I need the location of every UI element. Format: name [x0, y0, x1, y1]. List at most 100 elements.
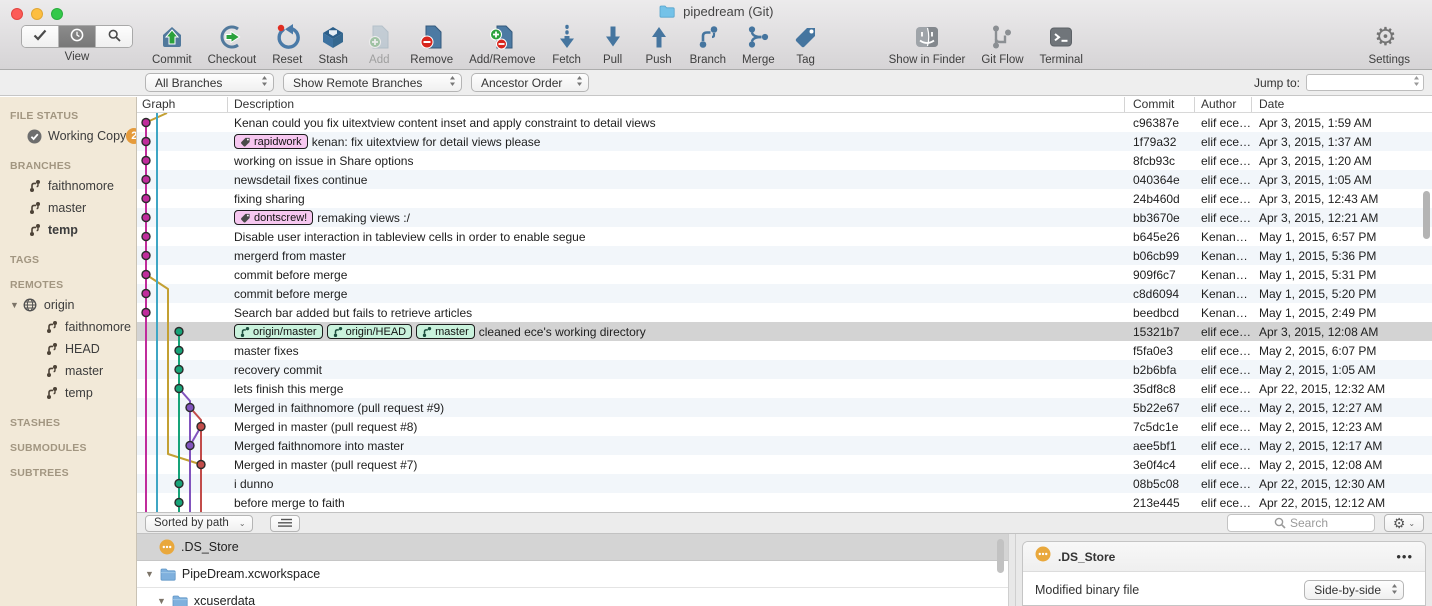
toolbar-pull-button[interactable]: Pull — [590, 21, 636, 66]
search-input[interactable]: Search — [1227, 514, 1375, 532]
sidebar-item-master[interactable]: master — [0, 197, 136, 219]
commit-row[interactable]: commit before merge 909f6c7 Kenan… May 1… — [137, 265, 1432, 284]
toolbar-add-button: Add — [356, 21, 402, 66]
branches-filter-dropdown[interactable]: All Branches — [145, 73, 274, 92]
tag-badge[interactable]: dontscrew! — [234, 210, 313, 225]
file-row-pipedream-xcworkspace[interactable]: ▼PipeDream.xcworkspace — [137, 561, 1008, 588]
remote-branches-dropdown[interactable]: Show Remote Branches — [283, 73, 462, 92]
file-row-ds-store[interactable]: .DS_Store — [137, 534, 1008, 561]
commit-row[interactable]: commit before merge c8d6094 Kenan… May 1… — [137, 284, 1432, 303]
commit-row[interactable]: fixing sharing 24b460d elif ece… Apr 3, … — [137, 189, 1432, 208]
commit-row[interactable]: Merged in master (pull request #8) 7c5dc… — [137, 417, 1432, 436]
commit-row[interactable]: newsdetail fixes continue 040364e elif e… — [137, 170, 1432, 189]
commit-row[interactable]: Merged in faithnomore (pull request #9) … — [137, 398, 1432, 417]
commit-row[interactable]: Kenan could you fix uitextview content i… — [137, 113, 1432, 132]
commit-author: elif ece… — [1195, 116, 1252, 130]
settings-button[interactable]: ⚙ Settings — [1360, 21, 1418, 66]
toolbar-merge-button[interactable]: Merge — [734, 21, 783, 66]
pane-divider[interactable] — [1008, 534, 1016, 606]
sidebar-item-working-copy[interactable]: Working Copy2 — [0, 125, 136, 147]
commit-description: Merged in master (pull request #7) — [228, 458, 1125, 472]
commit-row[interactable]: recovery commit b2b6bfa elif ece… May 2,… — [137, 360, 1432, 379]
toolbar-remove-button[interactable]: Remove — [402, 21, 461, 66]
view-segment-clock[interactable] — [59, 26, 96, 47]
branch-badge[interactable]: master — [416, 324, 475, 339]
toolbar-branch-button[interactable]: Branch — [682, 21, 734, 66]
tag-badge[interactable]: rapidwork — [234, 134, 308, 149]
sidebar-item-origin-master[interactable]: master — [0, 360, 136, 382]
view-segment-check[interactable] — [22, 26, 59, 47]
column-header-graph[interactable]: Graph — [137, 97, 228, 112]
check-circle-icon — [27, 129, 42, 144]
file-list-scrollbar[interactable] — [997, 539, 1004, 573]
commit-sha: 8fcb93c — [1125, 154, 1195, 168]
list-view-mode-button[interactable] — [270, 515, 300, 532]
commit-row[interactable]: lets finish this merge 35df8c8 elif ece…… — [137, 379, 1432, 398]
commit-row[interactable]: mergerd from master b06cb99 Kenan… May 1… — [137, 246, 1432, 265]
file-row-xcuserdata[interactable]: ▼xcuserdata — [137, 588, 1008, 606]
commit-date: Apr 3, 2015, 1:05 AM — [1252, 173, 1432, 187]
toolbar-stash-button[interactable]: Stash — [310, 21, 356, 66]
toolbar-reset-button[interactable]: Reset — [264, 21, 310, 66]
sidebar-item-origin-faithnomore[interactable]: faithnomore — [0, 316, 136, 338]
toolbar-push-button[interactable]: Push — [636, 21, 682, 66]
commit-table-scrollbar[interactable] — [1423, 191, 1430, 239]
toolbar-fetch-button[interactable]: Fetch — [544, 21, 590, 66]
sidebar-item-origin[interactable]: ▼origin — [0, 294, 136, 316]
commit-description: lets finish this merge — [228, 382, 1125, 396]
view-segment-magnifier[interactable] — [96, 26, 132, 47]
branch-badge[interactable]: origin/master — [234, 324, 323, 339]
sidebar-section-tags: TAGS — [10, 254, 136, 266]
disclosure-triangle-icon[interactable]: ▼ — [10, 300, 19, 310]
toolbar-commit-button[interactable]: Commit — [144, 21, 200, 66]
toolbar-add-remove-button[interactable]: Add/Remove — [461, 21, 543, 66]
sidebar-item-origin-temp[interactable]: temp — [0, 382, 136, 404]
column-header-author[interactable]: Author — [1195, 97, 1252, 112]
graph-cell — [137, 132, 228, 151]
toolbar-show-in-finder-button[interactable]: Show in Finder — [881, 21, 974, 66]
disclosure-triangle-icon[interactable]: ▼ — [157, 596, 166, 606]
commit-row[interactable]: Merged faithnomore into master aee5bf1 e… — [137, 436, 1432, 455]
graph-cell — [137, 265, 228, 284]
commit-sha: 5b22e67 — [1125, 401, 1195, 415]
sidebar-item-temp[interactable]: temp — [0, 219, 136, 241]
window-toolbar: pipedream (Git) View Commit Checkout Res… — [0, 0, 1432, 70]
branch-icon — [27, 179, 42, 193]
column-header-commit[interactable]: Commit — [1125, 97, 1195, 112]
count-badge: 2 — [126, 128, 137, 144]
commit-row[interactable]: before merge to faith 213e445 elif ece… … — [137, 493, 1432, 512]
column-header-description[interactable]: Description — [228, 97, 1125, 112]
commit-row[interactable]: master fixes f5fa0e3 elif ece… May 2, 20… — [137, 341, 1432, 360]
commit-row-selected[interactable]: origin/masterorigin/HEADmastercleaned ec… — [137, 322, 1432, 341]
modified-dot-icon — [159, 539, 175, 555]
commit-row[interactable]: Merged in master (pull request #7) 3e0f4… — [137, 455, 1432, 474]
commit-date: Apr 22, 2015, 12:12 AM — [1252, 496, 1432, 510]
toolbar-checkout-button[interactable]: Checkout — [200, 21, 265, 66]
toolbar-terminal-button[interactable]: Terminal — [1032, 21, 1091, 66]
branch-badge[interactable]: origin/HEAD — [327, 324, 413, 339]
commit-row[interactable]: working on issue in Share options 8fcb93… — [137, 151, 1432, 170]
commit-row[interactable]: Search bar added but fails to retrieve a… — [137, 303, 1432, 322]
commit-row[interactable]: Disable user interaction in tableview ce… — [137, 227, 1432, 246]
stepper-icon — [1413, 74, 1420, 92]
commit-row[interactable]: rapidworkkenan: fix uitextview for detai… — [137, 132, 1432, 151]
sort-order-dropdown[interactable]: Ancestor Order — [471, 73, 589, 92]
branch-icon — [422, 326, 432, 338]
jump-to-combobox[interactable] — [1306, 74, 1424, 91]
column-header-date[interactable]: Date — [1252, 97, 1432, 112]
branch-icon — [44, 342, 59, 356]
sidebar-item-faithnomore[interactable]: faithnomore — [0, 175, 136, 197]
graph-cell — [137, 246, 228, 265]
actions-gear-button[interactable]: ⚙ ⌄ — [1384, 514, 1424, 532]
sidebar-item-origin-head[interactable]: HEAD — [0, 338, 136, 360]
commit-row[interactable]: dontscrew!remaking views :/ bb3670e elif… — [137, 208, 1432, 227]
graph-cell — [137, 436, 228, 455]
file-list-pane: .DS_Store▼PipeDream.xcworkspace▼xcuserda… — [137, 534, 1008, 606]
toolbar-tag-button[interactable]: Tag — [783, 21, 829, 66]
disclosure-triangle-icon[interactable]: ▼ — [145, 569, 154, 579]
more-actions-button[interactable]: ••• — [1396, 549, 1413, 564]
commit-row[interactable]: i dunno 08b5c08 elif ece… Apr 22, 2015, … — [137, 474, 1432, 493]
diff-view-mode-dropdown[interactable]: Side-by-side — [1304, 580, 1404, 600]
toolbar-git-flow-button[interactable]: Git Flow — [973, 21, 1031, 66]
file-sort-dropdown[interactable]: Sorted by path ⌄ — [145, 515, 253, 532]
